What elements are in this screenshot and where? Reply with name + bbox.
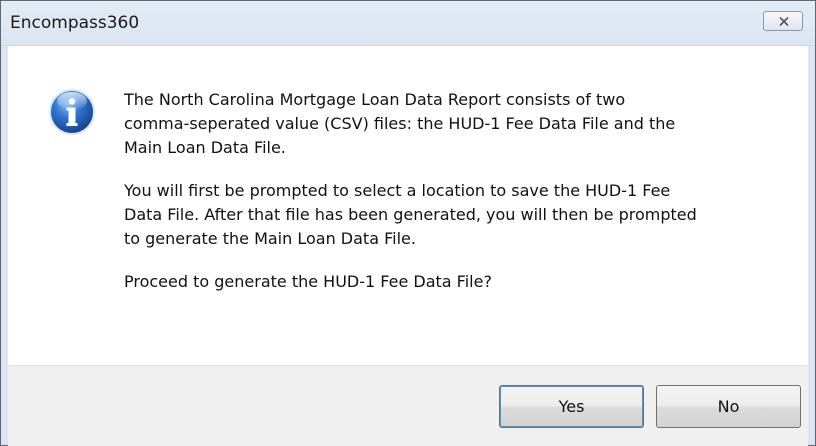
- close-icon: [779, 17, 789, 26]
- info-icon: [49, 89, 95, 135]
- window-frame-left: [1, 46, 8, 445]
- message-paragraph: Proceed to generate the HUD-1 Fee Data F…: [124, 272, 492, 291]
- message-text: The North Carolina Mortgage Loan Data Re…: [124, 88, 784, 313]
- button-bar: Yes No: [8, 365, 808, 446]
- yes-button[interactable]: Yes: [499, 385, 644, 428]
- close-button[interactable]: [763, 11, 803, 31]
- no-button[interactable]: No: [656, 385, 801, 428]
- message-area: The North Carolina Mortgage Loan Data Re…: [8, 46, 808, 365]
- window-title: Encompass360: [10, 13, 140, 33]
- message-dialog: Encompass360 The North Carolina Mortgage…: [0, 0, 816, 446]
- window-frame-right: [808, 46, 815, 445]
- message-paragraph: The North Carolina Mortgage Loan Data Re…: [124, 90, 676, 157]
- message-paragraph: You will first be prompted to select a l…: [124, 181, 697, 248]
- title-bar[interactable]: Encompass360: [1, 1, 815, 46]
